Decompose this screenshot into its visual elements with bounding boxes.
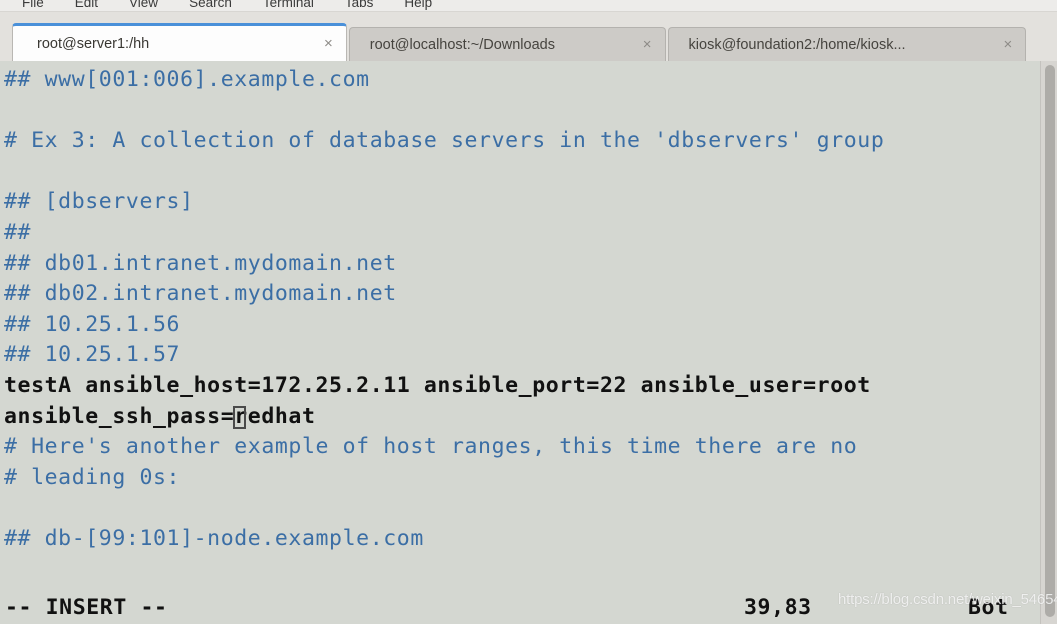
terminal-line: ## 10.25.1.56 [4, 311, 181, 337]
terminal-line: # leading 0s: [4, 464, 181, 490]
vertical-scrollbar[interactable] [1040, 61, 1057, 624]
terminal-line: # Here's another example of host ranges,… [4, 434, 858, 460]
menu-item-search[interactable]: Search [189, 0, 232, 10]
menu-item-tabs[interactable]: Tabs [345, 0, 374, 10]
terminal-line: ## [4, 219, 32, 245]
terminal-line: ## 10.25.1.57 [4, 342, 181, 368]
menu-item-edit[interactable]: Edit [75, 0, 98, 10]
menu-bar: File Edit View Search Terminal Tabs Help [0, 0, 1057, 12]
terminal-line: # Ex 3: A collection of database servers… [4, 128, 885, 154]
close-icon[interactable]: × [1000, 37, 1017, 52]
terminal-line: testA ansible_host=172.25.2.11 ansible_p… [4, 372, 871, 398]
menu-item-terminal[interactable]: Terminal [263, 0, 314, 10]
tab-bar: root@server1:/hh × root@localhost:~/Down… [0, 12, 1057, 61]
terminal-line: ## db01.intranet.mydomain.net [4, 250, 397, 276]
close-icon[interactable]: × [320, 36, 337, 51]
tab-root-server1[interactable]: root@server1:/hh × [12, 23, 347, 61]
menu-item-file[interactable]: File [22, 0, 44, 10]
text-cursor: r [233, 402, 248, 433]
menu-item-view[interactable]: View [129, 0, 158, 10]
tab-kiosk-foundation2[interactable]: kiosk@foundation2:/home/kiosk... × [667, 27, 1027, 61]
terminal-line: ## db02.intranet.mydomain.net [4, 281, 397, 307]
vim-status-line: -- INSERT -- 39,83 Bot [0, 592, 1057, 624]
editor-text-area[interactable]: ## www[001:006].example.com # Ex 3: A co… [4, 65, 1040, 555]
tab-root-localhost-downloads[interactable]: root@localhost:~/Downloads × [348, 27, 666, 61]
terminal-content[interactable]: ## www[001:006].example.com # Ex 3: A co… [0, 61, 1057, 624]
menu-item-help[interactable]: Help [404, 0, 432, 10]
terminal-line: ## db-[99:101]-node.example.com [4, 525, 424, 551]
tab-title: root@localhost:~/Downloads [369, 36, 555, 53]
tab-title: root@server1:/hh [37, 35, 150, 52]
scrollbar-thumb[interactable] [1045, 65, 1055, 617]
terminal-line: ## [dbservers] [4, 189, 194, 215]
terminal-line: ## www[001:006].example.com [4, 67, 370, 92]
editor-mode-indicator: -- INSERT -- [5, 595, 168, 620]
scroll-location-indicator: Bot [968, 595, 1009, 620]
terminal-line: ansible_ssh_pass=redhat [4, 402, 1040, 433]
close-icon[interactable]: × [639, 37, 656, 52]
terminal-window: File Edit View Search Terminal Tabs Help… [0, 0, 1057, 624]
tab-title: kiosk@foundation2:/home/kiosk... [688, 36, 906, 53]
cursor-position-indicator: 39,83 [744, 595, 812, 620]
